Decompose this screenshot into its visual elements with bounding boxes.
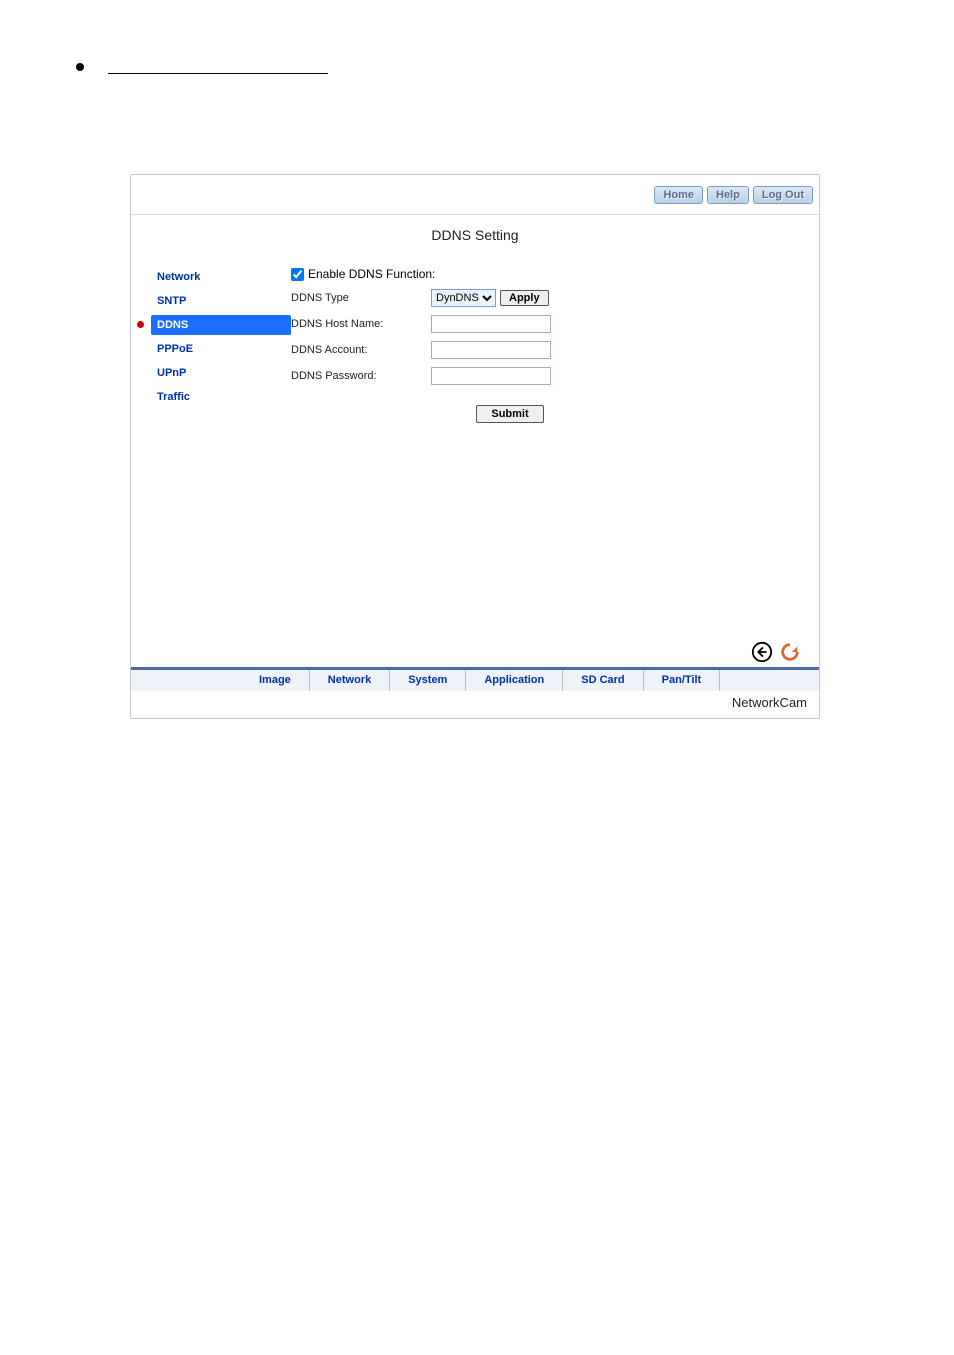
apply-button[interactable]: Apply	[500, 290, 549, 306]
form-area: Enable DDNS Function: DDNS Type DynDNS A…	[291, 263, 799, 633]
help-button[interactable]: Help	[707, 186, 749, 204]
ddns-hostname-label: DDNS Host Name:	[291, 318, 431, 330]
sidebar: Network SNTP DDNS PPPoE UPnP Traffic	[151, 263, 291, 633]
enable-ddns-checkbox[interactable]	[291, 268, 304, 281]
back-icon[interactable]	[751, 641, 773, 663]
ddns-hostname-input[interactable]	[431, 315, 551, 333]
tab-sdcard[interactable]: SD Card	[563, 670, 643, 691]
ddns-password-input[interactable]	[431, 367, 551, 385]
sidebar-item-pppoe[interactable]: PPPoE	[151, 339, 291, 359]
tab-application[interactable]: Application	[466, 670, 563, 691]
ddns-password-label: DDNS Password:	[291, 370, 431, 382]
page-title: DDNS Setting	[131, 215, 819, 253]
tab-network[interactable]: Network	[310, 670, 390, 691]
ddns-account-label: DDNS Account:	[291, 344, 431, 356]
home-button[interactable]: Home	[654, 186, 703, 204]
enable-ddns-label: Enable DDNS Function:	[308, 267, 435, 281]
bottom-tabs: Image Network System Application SD Card…	[131, 667, 819, 691]
top-bar: Home Help Log Out	[131, 175, 819, 215]
underline-space	[108, 60, 328, 74]
sidebar-item-upnp[interactable]: UPnP	[151, 363, 291, 383]
submit-button[interactable]: Submit	[476, 405, 543, 423]
brand-label: NetworkCam	[131, 691, 819, 718]
ddns-account-input[interactable]	[431, 341, 551, 359]
ddns-type-label: DDNS Type	[291, 292, 431, 304]
logout-button[interactable]: Log Out	[753, 186, 813, 204]
tab-pantilt[interactable]: Pan/Tilt	[644, 670, 721, 691]
refresh-icon[interactable]	[779, 641, 801, 663]
sidebar-item-traffic[interactable]: Traffic	[151, 387, 291, 407]
footer-icons	[131, 633, 819, 667]
sidebar-item-network[interactable]: Network	[151, 267, 291, 287]
app-window: Home Help Log Out DDNS Setting Network S…	[130, 174, 820, 719]
bullet-icon	[76, 63, 84, 71]
ddns-type-select[interactable]: DynDNS	[431, 289, 496, 307]
tab-image[interactable]: Image	[241, 670, 310, 691]
sidebar-item-ddns[interactable]: DDNS	[151, 315, 291, 335]
sidebar-item-sntp[interactable]: SNTP	[151, 291, 291, 311]
tab-system[interactable]: System	[390, 670, 466, 691]
